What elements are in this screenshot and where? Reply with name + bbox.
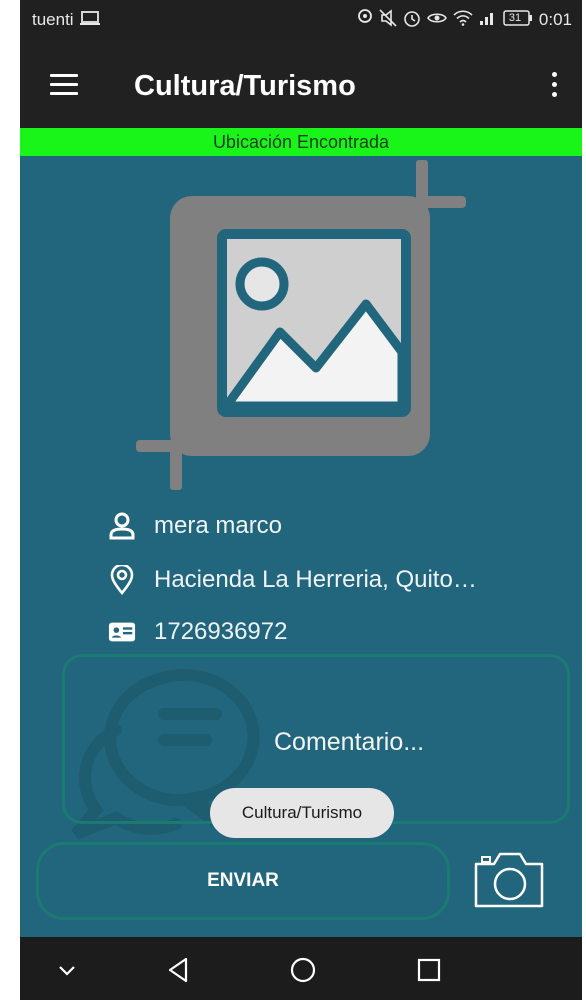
location-pin-icon xyxy=(108,565,136,595)
home-circle-icon[interactable] xyxy=(286,953,320,987)
eye-comfort-icon xyxy=(426,10,447,31)
user-name: mera marco xyxy=(154,512,283,539)
laptop-icon xyxy=(79,10,100,31)
signal-icon xyxy=(479,10,497,31)
recents-square-icon[interactable] xyxy=(412,953,446,987)
image-crop-icon[interactable] xyxy=(130,156,490,496)
page-title: Cultura/Turismo xyxy=(134,70,356,102)
id-number: 1726936972 xyxy=(154,618,288,645)
person-icon xyxy=(108,512,136,540)
app-bar: Cultura/Turismo xyxy=(20,40,582,128)
chevron-down-icon[interactable] xyxy=(50,953,84,987)
system-nav-bar xyxy=(20,937,582,1000)
send-button-label: ENVIAR xyxy=(207,870,279,891)
status-bar: tuenti 31 0:01 xyxy=(20,0,582,40)
battery-level: 31 xyxy=(508,11,522,24)
clock: 0:01 xyxy=(538,10,572,29)
alarm-icon xyxy=(403,9,421,32)
id-card-icon xyxy=(108,618,136,646)
id-number-row: 1726936972 xyxy=(108,618,287,646)
toast-message: Cultura/Turismo xyxy=(210,788,394,838)
wifi-icon xyxy=(453,9,473,31)
location-status-banner: Ubicación Encontrada xyxy=(20,128,582,156)
more-vert-icon[interactable] xyxy=(550,70,560,100)
send-button[interactable]: ENVIAR xyxy=(36,842,450,920)
mute-icon xyxy=(379,8,397,32)
carrier-label: tuenti xyxy=(32,10,74,29)
address: Hacienda La Herreria, Quito… xyxy=(154,566,477,593)
address-row: Hacienda La Herreria, Quito… xyxy=(108,565,477,595)
user-name-row: mera marco xyxy=(108,512,282,540)
comment-placeholder: Comentario... xyxy=(274,728,425,756)
back-triangle-icon[interactable] xyxy=(162,953,196,987)
location-status-icon xyxy=(357,8,373,32)
camera-icon[interactable] xyxy=(468,844,550,914)
app-screen: tuenti 31 0:01 Cultura/Turismo Ubicación… xyxy=(20,0,582,1000)
hamburger-menu-icon[interactable] xyxy=(50,74,78,96)
battery-icon: 31 xyxy=(503,9,533,31)
